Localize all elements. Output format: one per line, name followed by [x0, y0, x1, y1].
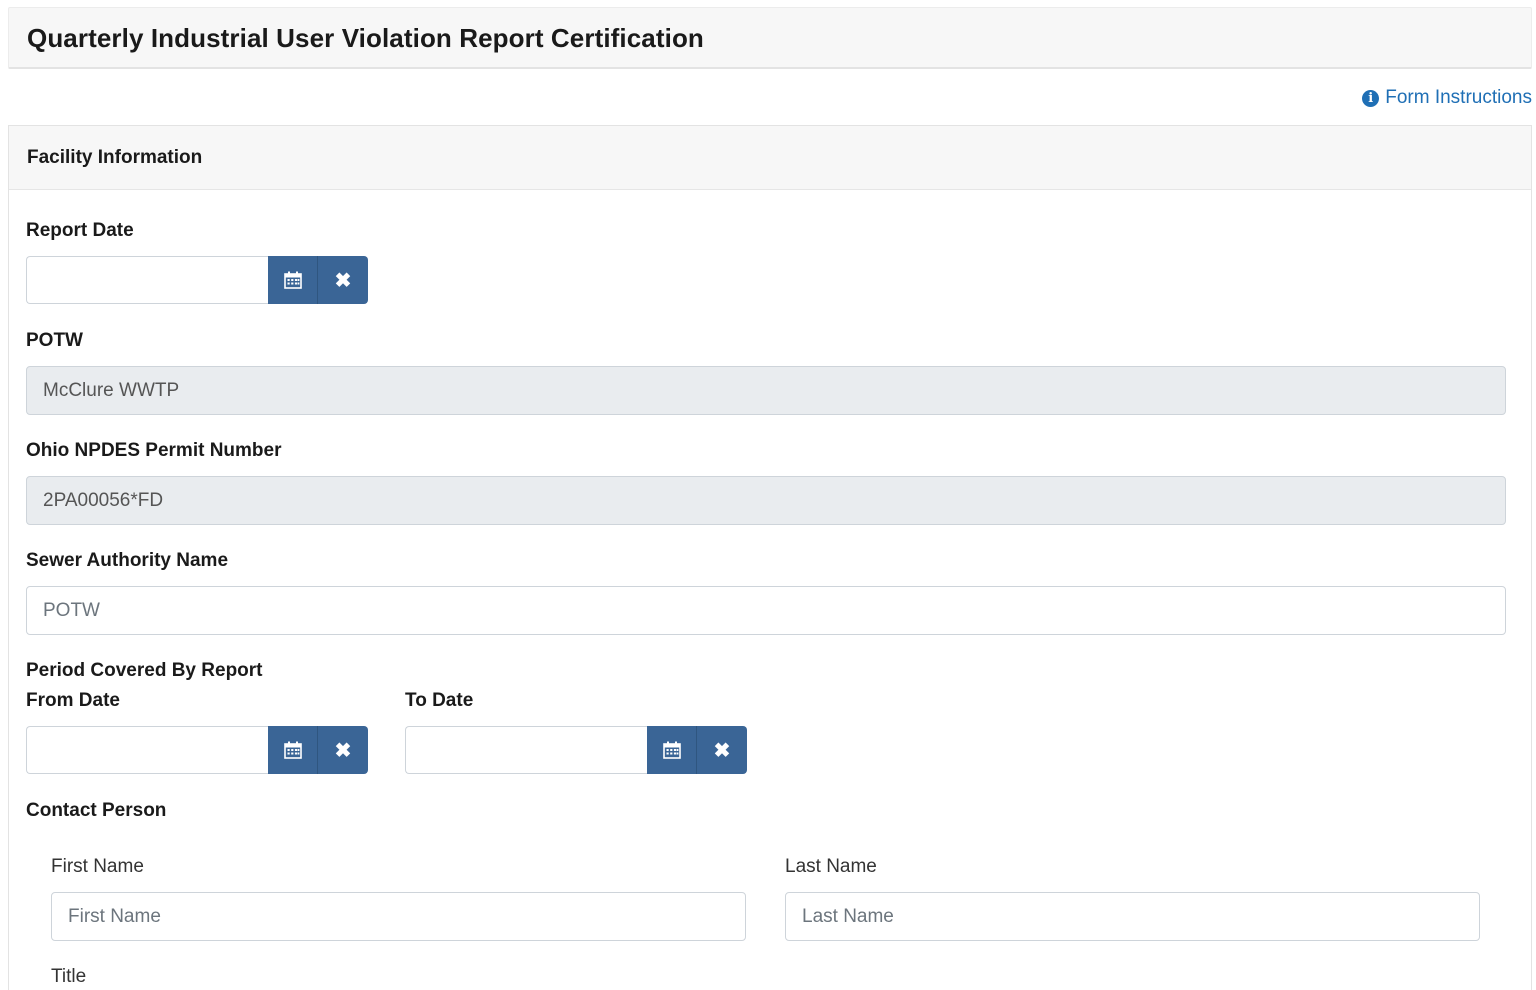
facility-information-card: Facility Information — [8, 125, 1532, 990]
from-date-calendar-button[interactable] — [268, 726, 318, 774]
from-date-group: ✖ — [26, 726, 368, 774]
form-instructions-link[interactable]: i Form Instructions — [1362, 87, 1532, 109]
sewer-authority-input[interactable] — [26, 586, 1506, 635]
calendar-icon — [662, 741, 681, 759]
potw-field[interactable] — [26, 366, 1506, 415]
close-icon: ✖ — [334, 269, 352, 292]
form-page: Quarterly Industrial User Violation Repo… — [0, 0, 1536, 990]
report-date-calendar-button[interactable] — [268, 256, 318, 304]
contact-person-label: Contact Person — [26, 800, 167, 821]
last-name-input[interactable] — [785, 892, 1480, 941]
section-title: Facility Information — [27, 146, 203, 168]
last-name-label: Last Name — [785, 856, 877, 877]
calendar-icon — [283, 741, 302, 759]
permit-number-field[interactable] — [26, 476, 1506, 525]
first-name-input[interactable] — [51, 892, 746, 941]
from-date-label: From Date — [26, 690, 120, 711]
card-header: Facility Information — [9, 126, 1531, 190]
report-date-clear-button[interactable]: ✖ — [318, 256, 368, 304]
page-title: Quarterly Industrial User Violation Repo… — [27, 23, 704, 53]
to-date-input[interactable] — [405, 726, 647, 774]
title-label: Title — [51, 966, 87, 987]
period-covered-label: Period Covered By Report — [26, 660, 263, 681]
to-date-label: To Date — [405, 690, 474, 711]
from-date-clear-button[interactable]: ✖ — [318, 726, 368, 774]
report-date-input[interactable] — [26, 256, 268, 304]
permit-number-label: Ohio NPDES Permit Number — [26, 440, 282, 461]
close-icon: ✖ — [713, 739, 731, 762]
first-name-label: First Name — [51, 856, 144, 877]
close-icon: ✖ — [334, 739, 352, 762]
to-date-group: ✖ — [405, 726, 747, 774]
from-date-input[interactable] — [26, 726, 268, 774]
page-header: Quarterly Industrial User Violation Repo… — [8, 7, 1532, 69]
calendar-icon — [283, 271, 302, 289]
form-instructions-label: Form Instructions — [1385, 87, 1532, 108]
info-circle-icon: i — [1362, 89, 1380, 107]
report-date-label: Report Date — [26, 220, 134, 241]
sewer-authority-label: Sewer Authority Name — [26, 550, 229, 571]
to-date-calendar-button[interactable] — [647, 726, 697, 774]
potw-label: POTW — [26, 330, 83, 351]
to-date-clear-button[interactable]: ✖ — [697, 726, 747, 774]
report-date-group: ✖ — [26, 256, 368, 304]
